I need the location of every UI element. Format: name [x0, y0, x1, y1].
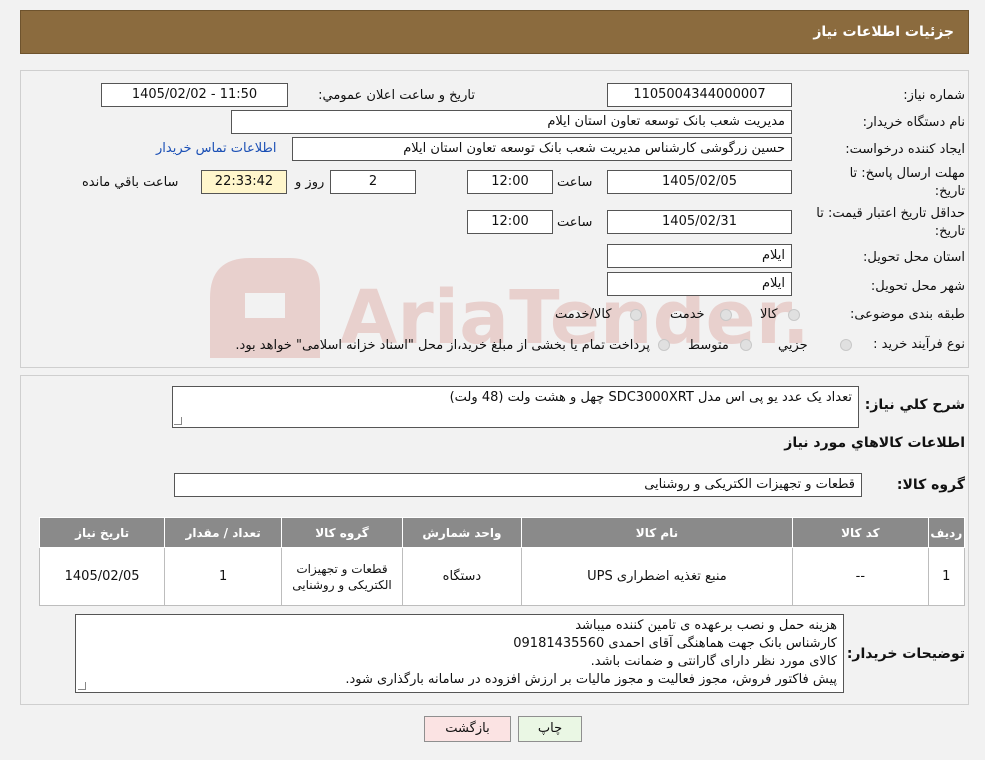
price-validity-label: حداقل تاریخ اعتبار قیمت: تا	[816, 206, 965, 221]
days-field: 2	[330, 170, 416, 194]
process-minor-label: جزیي	[778, 338, 808, 353]
announce-label: تاریخ و ساعت اعلان عمومي:	[318, 88, 475, 103]
description-resize-handle[interactable]	[174, 417, 182, 425]
col-code: کد کالا	[792, 517, 929, 548]
process-minor-radio[interactable]	[840, 339, 852, 351]
remaining-time-label: ساعت باقي مانده	[82, 175, 179, 190]
col-name: نام کالا	[520, 517, 794, 548]
category-goods-radio[interactable]	[788, 309, 800, 321]
description-label: شرح کلي نیاز:	[864, 397, 965, 413]
col-unit: واحد شمارش	[402, 517, 522, 548]
category-goods-service-radio[interactable]	[630, 309, 642, 321]
need-number-field: 1105004344000007	[607, 83, 792, 107]
buyer-contact-link[interactable]: اطلاعات تماس خریدار	[156, 141, 276, 156]
items-table: ردیف کد کالا نام کالا واحد شمارش گروه کا…	[38, 517, 966, 606]
process-label: نوع فرآیند خرید :	[873, 337, 965, 352]
print-button[interactable]: چاپ	[518, 716, 582, 742]
province-field: ایلام	[607, 244, 792, 268]
days-label: روز و	[295, 175, 325, 190]
buyer-org-label: نام دستگاه خریدار:	[862, 115, 965, 130]
col-date: تاریخ نیاز	[38, 517, 166, 548]
category-service-radio[interactable]	[720, 309, 732, 321]
cell-date: 1405/02/05	[38, 547, 166, 606]
buyer-org-field: مدیریت شعب بانک توسعه تعاون استان ایلام	[231, 110, 792, 134]
cell-unit: دستگاه	[402, 547, 522, 606]
deadline-time-field: 12:00	[467, 170, 553, 194]
cell-group: قطعات و تجهیزات الکتریکی و روشنایی	[281, 547, 403, 606]
cell-qty: 1	[164, 547, 283, 606]
buyer-note-line: کالای مورد نظر دارای گارانتی و ضمانت باش…	[590, 654, 837, 669]
creator-label: ایجاد کننده درخواست:	[845, 142, 965, 157]
creator-field: حسین زرگوشی کارشناس مدیریت شعب بانک توسع…	[292, 137, 792, 161]
col-qty: تعداد / مقدار	[164, 517, 283, 548]
table-row: 1 -- منبع تغذیه اضطراری UPS دستگاه قطعات…	[38, 547, 966, 606]
category-service-label: خدمت	[670, 307, 705, 322]
buyer-note-line: پیش فاکتور فروش، مجوز فعالیت و مجوز مالی…	[345, 672, 837, 687]
process-medium-radio[interactable]	[740, 339, 752, 351]
cell-name: منبع تغذیه اضطراری UPS	[520, 547, 794, 606]
city-label: شهر محل تحویل:	[870, 279, 965, 294]
description-text: تعداد یک عدد یو پی اس مدل SDC3000XRT چهل…	[449, 390, 852, 405]
need-number-label: شماره نیاز:	[903, 88, 965, 103]
cell-row: 1	[927, 547, 966, 606]
page-header: جزئیات اطلاعات نیاز	[20, 10, 969, 54]
page-title: جزئیات اطلاعات نیاز	[813, 24, 954, 40]
back-button[interactable]: بازگشت	[424, 716, 511, 742]
category-label: طبقه بندی موضوعی:	[849, 307, 965, 322]
deadline-label-2: تاریخ:	[934, 184, 965, 199]
items-table-header: ردیف کد کالا نام کالا واحد شمارش گروه کا…	[38, 517, 966, 548]
goods-group-label: گروه کالا:	[896, 477, 965, 493]
deadline-time-label: ساعت	[557, 175, 593, 190]
process-medium-label: متوسط	[688, 338, 729, 353]
deadline-label: مهلت ارسال پاسخ: تا	[849, 166, 965, 181]
goods-info-title: اطلاعات کالاهاي مورد نیاز	[784, 435, 965, 451]
city-field: ایلام	[607, 272, 792, 296]
province-label: استان محل تحویل:	[863, 250, 965, 265]
remaining-time-field: 22:33:42	[201, 170, 287, 194]
buyer-note-line: هزینه حمل و نصب برعهده ی تامین کننده میب…	[575, 618, 837, 633]
category-goods-label: کالا	[760, 307, 778, 322]
price-validity-time-label: ساعت	[557, 215, 593, 230]
process-note: پرداخت تمام یا بخشی از مبلغ خرید،از محل …	[235, 338, 650, 353]
buyer-note-line: کارشناس بانک جهت هماهنگی آقای احمدی 0918…	[513, 636, 837, 651]
col-group: گروه کالا	[281, 517, 403, 548]
buyer-notes-label: توضیحات خریدار:	[846, 646, 965, 662]
price-validity-date-field: 1405/02/31	[607, 210, 792, 234]
price-validity-label-2: تاریخ:	[934, 224, 965, 239]
col-row: ردیف	[927, 517, 966, 548]
goods-group-field: قطعات و تجهیزات الکتریکی و روشنایی	[174, 473, 862, 497]
description-field: تعداد یک عدد یو پی اس مدل SDC3000XRT چهل…	[172, 386, 859, 428]
announce-field: 1405/02/02 - 11:50	[101, 83, 288, 107]
buyer-notes-resize-handle[interactable]	[78, 682, 86, 690]
deadline-date-field: 1405/02/05	[607, 170, 792, 194]
process-note-radio[interactable]	[658, 339, 670, 351]
price-validity-time-field: 12:00	[467, 210, 553, 234]
buyer-notes-field: هزینه حمل و نصب برعهده ی تامین کننده میب…	[75, 614, 844, 693]
cell-code: --	[792, 547, 929, 606]
category-goods-service-label: کالا/خدمت	[555, 307, 612, 322]
